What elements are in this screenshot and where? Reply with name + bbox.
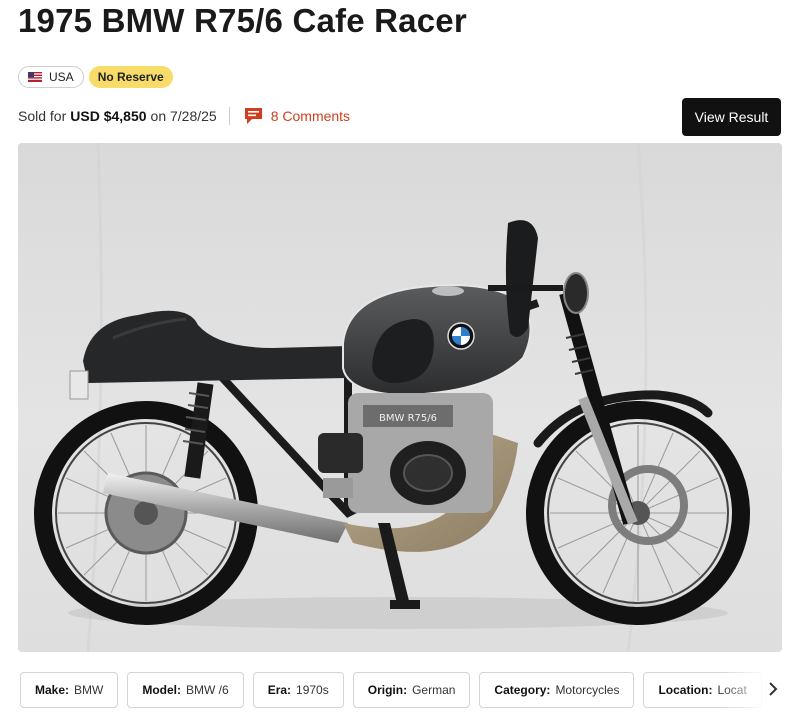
chip-make[interactable]: Make: BMW [20,672,119,708]
chip-era[interactable]: Era: 1970s [252,672,344,708]
attribute-chips: Make: BMW Model: BMW /6 Era: 1970s Origi… [20,672,780,712]
listing-title: 1975 BMW R75/6 Cafe Racer [18,2,467,39]
comments-label: 8 Comments [270,108,351,124]
sold-date: on 7/28/25 [150,108,217,124]
chip-value: Motorcycles [555,683,620,697]
chip-value: 1970s [296,683,329,697]
chips-scroll-next-button[interactable] [762,676,784,702]
listing-badges: USA No Reserve [18,66,173,88]
motorcycle-illustration: BMW R75/6 [18,143,782,652]
engine-plate: BMW R75/6 [379,413,437,424]
sold-prefix: Sold for [18,108,67,124]
chip-value: BMW [74,683,104,697]
country-label: USA [49,70,74,84]
chip-key: Model: [142,683,182,697]
bmw-roundel [447,322,475,350]
chevron-right-icon [769,682,778,696]
chip-location[interactable]: Location: Locat [643,672,762,708]
no-reserve-badge: No Reserve [88,66,173,88]
chip-value: BMW /6 [186,683,229,697]
motorcycle-photo[interactable]: BMW R75/6 [18,143,782,652]
chip-key: Make: [35,683,70,697]
comments-link[interactable]: 8 Comments [244,107,350,125]
chip-origin[interactable]: Origin: German [352,672,471,708]
us-flag-icon [28,72,42,82]
chip-key: Era: [267,683,292,697]
sale-summary: Sold for USD $4,850 on 7/28/25 8 Comment… [18,106,350,126]
view-result-button[interactable]: View Result [682,98,781,136]
chip-key: Category: [494,683,551,697]
chip-value: German [412,683,456,697]
chip-model[interactable]: Model: BMW /6 [127,672,244,708]
chip-key: Origin: [367,683,408,697]
comment-bubble-icon [244,108,262,124]
chip-category[interactable]: Category: Motorcycles [479,672,635,708]
sold-price: USD $4,850 [70,108,147,124]
divider [228,107,230,125]
chip-value: Locat [717,683,747,697]
chip-key: Location: [658,683,713,697]
country-badge[interactable]: USA [18,66,84,88]
